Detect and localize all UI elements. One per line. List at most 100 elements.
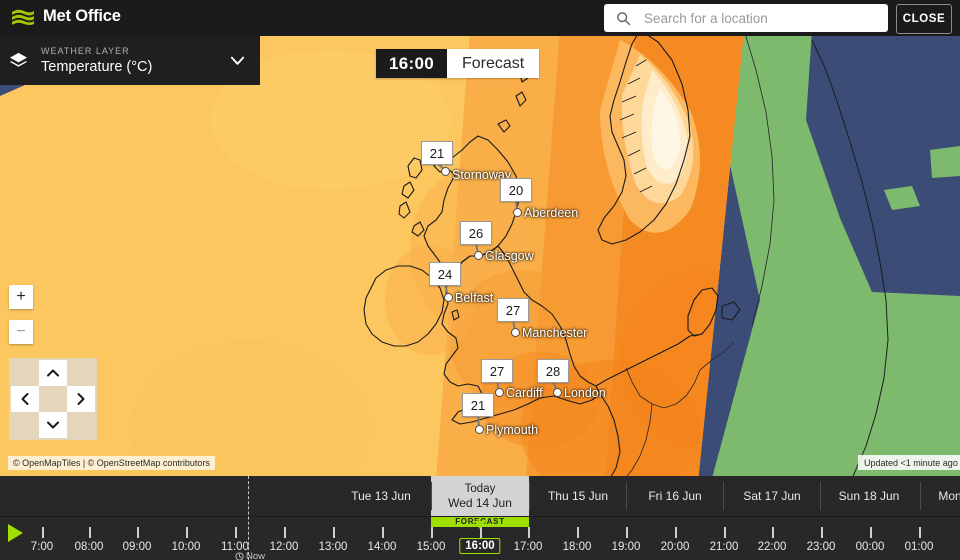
city-name-label: Glasgow [485, 249, 534, 263]
day-divider [529, 482, 530, 510]
hour-label[interactable]: 22:00 [758, 541, 787, 553]
city-marker-dot[interactable] [440, 166, 450, 176]
hour-tick [137, 527, 139, 538]
city-marker-dot[interactable] [512, 207, 522, 217]
hour-tick [821, 527, 823, 538]
hour-label-selected[interactable]: 16:00 [459, 538, 501, 554]
city-name-label: Plymouth [486, 423, 539, 437]
hour-tick [284, 527, 286, 538]
hour-label[interactable]: 12:00 [270, 541, 299, 553]
map-attribution[interactable]: © OpenMapTiles | © OpenStreetMap contrib… [8, 456, 215, 470]
hour-tick [186, 527, 188, 538]
hour-tick [431, 527, 433, 538]
search-input[interactable] [642, 5, 866, 31]
day-tab-date: Sat 17 Jun [743, 489, 801, 503]
city-marker-dot[interactable] [510, 327, 520, 337]
day-tab[interactable]: Fri 16 Jun [626, 476, 724, 516]
temperature-badge[interactable]: 27 [497, 298, 529, 322]
timeline[interactable]: Tue 13 Jun Today Wed 14 Jun FORECAST Thu 15 … [0, 476, 960, 560]
chevron-down-icon[interactable] [229, 52, 246, 69]
hour-label[interactable]: 14:00 [368, 541, 397, 553]
pan-control[interactable] [9, 358, 97, 440]
day-tab[interactable]: Thu 15 Jun [529, 476, 627, 516]
city-marker-dot[interactable] [473, 250, 483, 260]
hour-label[interactable]: 23:00 [807, 541, 836, 553]
city-marker-dot[interactable] [443, 292, 453, 302]
temperature-badge[interactable]: 21 [421, 141, 453, 165]
hour-label[interactable]: 08:00 [75, 541, 104, 553]
forecast-time-pill: 16:00 Forecast [376, 49, 540, 78]
hour-tick [235, 527, 237, 538]
search-icon [617, 11, 631, 25]
temperature-badge[interactable]: 27 [481, 359, 513, 383]
hour-label[interactable]: 00:00 [856, 541, 885, 553]
temperature-badge[interactable]: 24 [429, 262, 461, 286]
hour-tick [919, 527, 921, 538]
city-marker-dot[interactable] [552, 387, 562, 397]
day-tab-date: Wed 14 Jun [448, 495, 512, 510]
brand-name: Met Office [43, 7, 121, 25]
day-tab-date: Thu 15 Jun [547, 489, 609, 503]
hour-label[interactable]: 17:00 [514, 541, 543, 553]
hour-label[interactable]: 18:00 [563, 541, 592, 553]
clock-icon [235, 552, 244, 560]
updated-badge: Updated <1 minute ago [858, 455, 960, 470]
temperature-badge[interactable]: 26 [460, 221, 492, 245]
day-tab[interactable]: Tue 13 Jun [332, 476, 430, 516]
now-marker-label: Now [235, 551, 265, 560]
hour-tick [870, 527, 872, 538]
pan-left-button[interactable] [11, 386, 39, 412]
timeline-divider [0, 516, 960, 517]
day-tab-date: Mon [938, 489, 960, 503]
hour-label[interactable]: 13:00 [319, 541, 348, 553]
temperature-badge[interactable]: 21 [462, 393, 494, 417]
day-tab-date: Fri 16 Jun [648, 489, 702, 503]
hour-label[interactable]: 09:00 [123, 541, 152, 553]
weather-layer-selector[interactable]: WEATHER LAYER Temperature (°C) [0, 36, 260, 85]
chevron-right-icon [77, 393, 85, 405]
zoom-out-button[interactable]: − [9, 320, 33, 344]
hour-scale[interactable]: 7:00 08:00 09:00 10:00 11:00 12:00 13:00 14:00 1… [0, 527, 960, 560]
hour-label[interactable]: 15:00 [417, 541, 446, 553]
met-office-waves-logo-icon [12, 9, 34, 25]
hour-tick [724, 527, 726, 538]
day-tab[interactable]: Sun 18 Jun [820, 476, 918, 516]
city-name-label: Manchester [522, 326, 588, 340]
day-tab[interactable]: Today Wed 14 Jun FORECAST [431, 476, 529, 527]
day-tabs[interactable]: Tue 13 Jun Today Wed 14 Jun FORECAST Thu 15 … [0, 476, 960, 527]
pan-down-button[interactable] [39, 412, 67, 438]
close-button[interactable]: CLOSE [896, 4, 952, 34]
day-divider [820, 482, 821, 510]
play-icon[interactable] [8, 524, 23, 542]
hour-tick [89, 527, 91, 538]
hour-tick [626, 527, 628, 538]
hour-label[interactable]: 21:00 [710, 541, 739, 553]
layer-kicker: WEATHER LAYER [41, 46, 130, 56]
city-marker-dot[interactable] [494, 387, 504, 397]
brand-logo[interactable]: Met Office [10, 7, 121, 26]
zoom-in-button[interactable]: + [9, 285, 33, 309]
hour-label[interactable]: 10:00 [172, 541, 201, 553]
day-tab[interactable]: Sat 17 Jun [723, 476, 821, 516]
search-box[interactable] [604, 4, 888, 32]
chevron-down-icon [47, 421, 59, 429]
city-name-label: Belfast [455, 291, 494, 305]
temperature-badge[interactable]: 28 [537, 359, 569, 383]
city-name-label: Cardiff [506, 386, 543, 400]
chevron-up-icon [47, 369, 59, 377]
day-tab[interactable]: Mon [920, 476, 960, 516]
weather-map-app: Met Office CLOSE WEATHER LAYER Temperatu… [0, 0, 960, 560]
day-tab-date: Tue 13 Jun [351, 489, 411, 503]
pan-right-button[interactable] [67, 386, 95, 412]
layers-icon [9, 52, 28, 67]
selected-hour-marker [474, 521, 486, 529]
hour-tick [382, 527, 384, 538]
hour-label[interactable]: 01:00 [905, 541, 934, 553]
city-marker-dot[interactable] [474, 424, 484, 434]
hour-tick [42, 527, 44, 538]
pan-up-button[interactable] [39, 360, 67, 386]
hour-label[interactable]: 20:00 [661, 541, 690, 553]
hour-label[interactable]: 7:00 [31, 541, 53, 553]
hour-label[interactable]: 19:00 [612, 541, 641, 553]
temperature-badge[interactable]: 20 [500, 178, 532, 202]
